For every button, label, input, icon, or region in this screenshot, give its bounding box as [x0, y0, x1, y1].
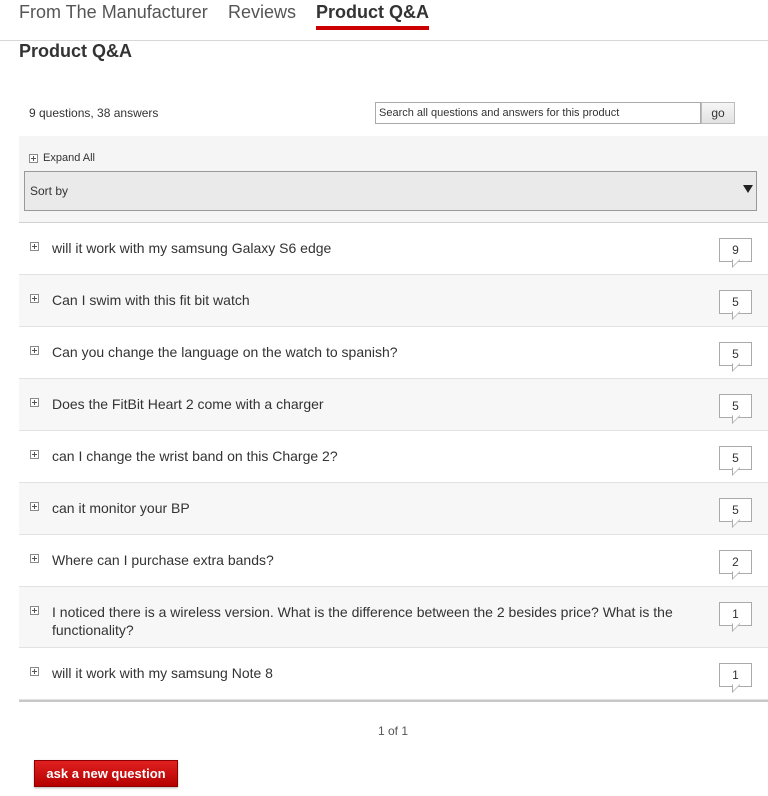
tab-from-the-manufacturer[interactable]: From The Manufacturer	[19, 0, 208, 24]
answer-count-bubble: 5	[719, 342, 752, 366]
answer-count-bubble: 5	[719, 498, 752, 522]
expand-all-label: Expand All	[43, 152, 95, 164]
expand-icon[interactable]	[30, 398, 39, 407]
list-divider	[19, 700, 768, 702]
dropdown-arrow-icon	[743, 185, 753, 193]
question-row[interactable]: can I change the wrist band on this Char…	[19, 431, 768, 483]
qa-summary-bar: 9 questions, 38 answers go	[19, 92, 768, 136]
expand-icon[interactable]	[30, 554, 39, 563]
question-row[interactable]: will it work with my samsung Note 8 1	[19, 648, 768, 700]
ask-new-question-button[interactable]: ask a new question	[34, 760, 178, 787]
question-count: 9 questions, 38 answers	[29, 106, 159, 120]
question-text[interactable]: can I change the wrist band on this Char…	[52, 447, 692, 465]
answer-count-bubble: 5	[719, 290, 752, 314]
answer-count-bubble: 2	[719, 550, 752, 574]
question-text[interactable]: I noticed there is a wireless version. W…	[52, 603, 692, 639]
plus-icon	[29, 153, 38, 163]
active-tab-indicator	[316, 26, 429, 30]
question-text[interactable]: will it work with my samsung Galaxy S6 e…	[52, 239, 692, 257]
expand-icon[interactable]	[30, 667, 39, 676]
sort-by-select[interactable]: Sort by	[24, 171, 757, 211]
go-button[interactable]: go	[701, 102, 735, 124]
answer-count-bubble: 9	[719, 238, 752, 262]
question-row[interactable]: Where can I purchase extra bands? 2	[19, 535, 768, 587]
answer-count-bubble: 1	[719, 602, 752, 626]
expand-icon[interactable]	[30, 242, 39, 251]
question-row[interactable]: Does the FitBit Heart 2 come with a char…	[19, 379, 768, 431]
question-row[interactable]: Can I swim with this fit bit watch 5	[19, 275, 768, 327]
qa-controls: Expand All Sort by	[19, 136, 768, 222]
expand-icon[interactable]	[30, 606, 39, 615]
question-row[interactable]: I noticed there is a wireless version. W…	[19, 587, 768, 648]
tab-reviews[interactable]: Reviews	[228, 0, 296, 24]
answer-count-bubble: 1	[719, 663, 752, 687]
question-row[interactable]: will it work with my samsung Galaxy S6 e…	[19, 223, 768, 275]
answer-count-bubble: 5	[719, 446, 752, 470]
tab-product-qa[interactable]: Product Q&A	[316, 0, 429, 24]
question-text[interactable]: Where can I purchase extra bands?	[52, 551, 692, 569]
question-list: will it work with my samsung Galaxy S6 e…	[19, 222, 768, 700]
question-row[interactable]: can it monitor your BP 5	[19, 483, 768, 535]
question-text[interactable]: Can you change the language on the watch…	[52, 343, 692, 361]
question-row[interactable]: Can you change the language on the watch…	[19, 327, 768, 379]
expand-all-button[interactable]: Expand All	[29, 152, 95, 164]
search-input[interactable]	[375, 102, 701, 124]
question-text[interactable]: will it work with my samsung Note 8	[52, 664, 692, 682]
expand-icon[interactable]	[30, 294, 39, 303]
expand-icon[interactable]	[30, 346, 39, 355]
question-text[interactable]: can it monitor your BP	[52, 499, 692, 517]
tab-bar: From The Manufacturer Reviews Product Q&…	[0, 0, 768, 41]
expand-icon[interactable]	[30, 450, 39, 459]
pagination: 1 of 1	[377, 724, 409, 738]
answer-count-bubble: 5	[719, 394, 752, 418]
question-text[interactable]: Does the FitBit Heart 2 come with a char…	[52, 395, 692, 413]
expand-icon[interactable]	[30, 502, 39, 511]
sort-by-label: Sort by	[30, 184, 69, 198]
question-text[interactable]: Can I swim with this fit bit watch	[52, 291, 692, 309]
page-title: Product Q&A	[19, 41, 133, 61]
